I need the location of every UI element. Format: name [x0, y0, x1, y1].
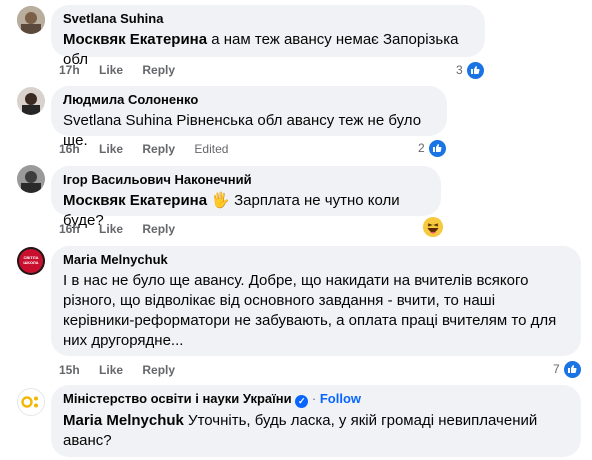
- mention[interactable]: Москвяк Екатерина: [63, 31, 207, 48]
- mention[interactable]: Maria Melnychuk: [63, 412, 184, 429]
- avatar[interactable]: СВІТЛА ШКОЛА: [17, 247, 45, 275]
- edited-label: Edited: [194, 142, 229, 156]
- reply-button[interactable]: Reply: [142, 142, 175, 156]
- reaction-count[interactable]: 2: [418, 138, 447, 158]
- haha-reaction-icon[interactable]: [423, 217, 443, 237]
- comment-bubble: Ігор Васильович Наконечний Москвяк Екате…: [51, 166, 441, 229]
- like-button[interactable]: Like: [99, 63, 123, 77]
- comment-actions: 15h Like Reply: [59, 363, 191, 377]
- comment-bubble: Maria Melnychuk І в нас не було ще аванс…: [51, 246, 581, 356]
- like-button[interactable]: Like: [99, 142, 123, 156]
- verified-badge-icon: ✓: [295, 395, 309, 408]
- comment-bubble: Міністерство освіти і науки України ✓ · …: [51, 385, 581, 457]
- comment-actions: 17h Like Reply: [59, 63, 191, 77]
- reply-button[interactable]: Reply: [142, 222, 175, 236]
- raised-hand-emoji: 🖐: [211, 192, 230, 209]
- like-reaction-icon: [465, 60, 485, 80]
- like-reaction-icon: [427, 138, 447, 158]
- comment-bubble: Людмила Солоненко Svetlana Suhina Рівнен…: [51, 86, 447, 149]
- reaction-count[interactable]: 7: [553, 359, 582, 379]
- avatar[interactable]: [17, 388, 45, 416]
- mention[interactable]: Москвяк Екатерина: [63, 192, 207, 209]
- comment-text: І в нас не було ще авансу. Добре, що нак…: [63, 272, 557, 349]
- comment-bubble: Svetlana Suhina Москвяк Екатерина а нам …: [51, 5, 485, 68]
- follow-button[interactable]: Follow: [320, 391, 361, 406]
- comment-time[interactable]: 17h: [59, 63, 80, 77]
- reaction-count[interactable]: 3: [456, 60, 485, 80]
- avatar[interactable]: [17, 165, 45, 193]
- comment-actions: 16h Like Reply Edited: [59, 142, 244, 156]
- avatar[interactable]: [17, 87, 45, 115]
- comment-author[interactable]: Ігор Васильович Наконечний: [63, 172, 429, 188]
- separator-dot: ·: [311, 391, 317, 406]
- comment-author[interactable]: Міністерство освіти і науки України: [63, 391, 292, 406]
- avatar[interactable]: [17, 6, 45, 34]
- like-reaction-icon: [562, 359, 582, 379]
- comment-time[interactable]: 16h: [59, 142, 80, 156]
- comment-time[interactable]: 16h: [59, 222, 80, 236]
- comment-time[interactable]: 15h: [59, 363, 80, 377]
- like-button[interactable]: Like: [99, 222, 123, 236]
- reply-button[interactable]: Reply: [142, 63, 175, 77]
- reply-button[interactable]: Reply: [142, 363, 175, 377]
- comment-author[interactable]: Людмила Солоненко: [63, 92, 435, 108]
- comment-actions: 16h Like Reply: [59, 222, 191, 236]
- like-button[interactable]: Like: [99, 363, 123, 377]
- avatar-logo-text: СВІТЛА ШКОЛА: [23, 255, 39, 265]
- comment-author[interactable]: Svetlana Suhina: [63, 11, 473, 27]
- comment-author[interactable]: Maria Melnychuk: [63, 252, 569, 268]
